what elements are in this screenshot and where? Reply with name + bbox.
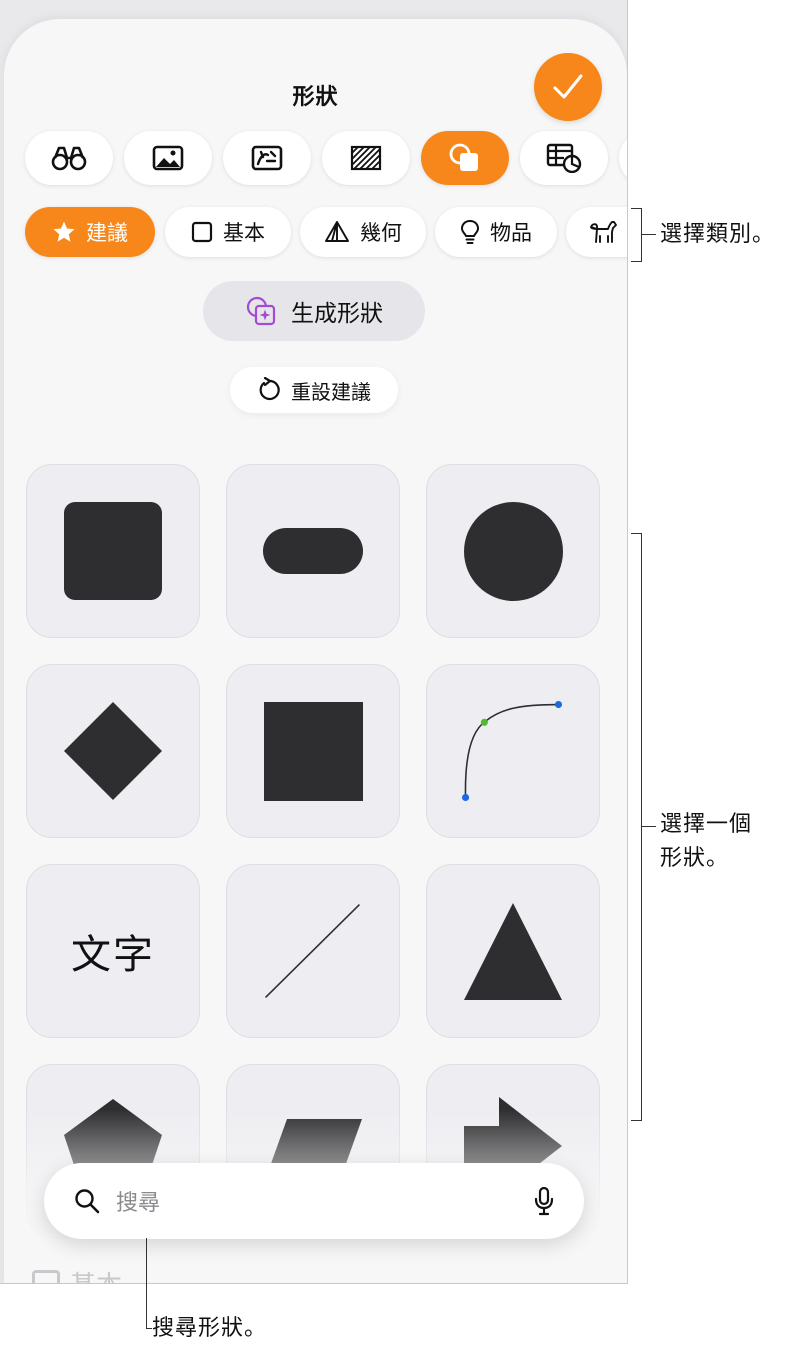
shape-callout-bracket — [631, 533, 642, 1121]
rounded-square-shape — [64, 502, 162, 600]
insert-tab-bar — [4, 131, 627, 187]
category-callout-line — [642, 234, 656, 235]
ghost-section-label: 基本 — [32, 1265, 122, 1283]
generate-shape-button[interactable]: 生成形狀 — [203, 281, 425, 341]
shape-callout-line2: 形狀。 — [660, 846, 730, 871]
sparkle-shapes-icon — [246, 296, 276, 326]
tab-collage[interactable] — [223, 131, 311, 185]
pill-shape — [263, 528, 363, 574]
category-objects[interactable]: 物品 — [435, 207, 557, 257]
search-icon — [75, 1189, 100, 1214]
category-label: 物品 — [490, 221, 532, 245]
category-suggested[interactable]: 建議 — [25, 207, 155, 257]
done-button[interactable] — [534, 53, 602, 121]
image-icon — [152, 145, 184, 171]
reset-suggestions-button[interactable]: 重設建議 — [230, 367, 398, 413]
microphone-icon[interactable] — [534, 1186, 554, 1216]
curve-shape — [461, 700, 563, 802]
shape-curve[interactable] — [426, 664, 600, 838]
shape-triangle[interactable] — [426, 864, 600, 1038]
checkmark-icon — [553, 74, 583, 99]
triangle-shape — [464, 903, 562, 1000]
shape-square[interactable] — [226, 664, 400, 838]
category-callout-bracket — [631, 208, 642, 262]
category-basic[interactable]: 基本 — [165, 207, 291, 257]
shape-text[interactable]: 文字 — [26, 864, 200, 1038]
ghost-section-text: 基本 — [70, 1265, 122, 1283]
line-shape — [264, 903, 361, 999]
search-field[interactable]: 搜尋 — [44, 1163, 584, 1239]
category-callout-text: 選擇類別。 — [660, 222, 776, 247]
search-callout-text: 搜尋形狀。 — [152, 1316, 268, 1341]
hatched-square-icon — [350, 145, 382, 171]
binoculars-icon — [51, 146, 87, 171]
shape-circle[interactable] — [426, 464, 600, 638]
shape-rounded-square[interactable] — [26, 464, 200, 638]
reset-arrow-icon — [259, 377, 280, 401]
tab-pattern[interactable] — [322, 131, 410, 185]
shape-pill[interactable] — [226, 464, 400, 638]
shape-callout-text: 選擇一個 形狀。 — [660, 808, 752, 876]
generate-shape-label: 生成形狀 — [291, 301, 383, 327]
star-icon — [53, 221, 75, 242]
category-label: 建議 — [86, 221, 128, 245]
dog-icon — [590, 221, 617, 243]
pyramid-icon — [325, 221, 349, 242]
table-chart-icon — [546, 143, 582, 173]
tab-more[interactable] — [619, 131, 627, 185]
diamond-shape — [64, 702, 162, 800]
shapes-sheet: 形狀 建議 基本 幾何 物品 生成形狀 重設建議 文字 搜尋 — [4, 19, 627, 1283]
tab-table-chart[interactable] — [520, 131, 608, 185]
circle-shape — [463, 501, 563, 601]
tab-binoculars[interactable] — [25, 131, 113, 185]
shape-callout-line1: 選擇一個 — [660, 812, 753, 837]
shape-callout-line — [642, 826, 656, 827]
tab-image[interactable] — [124, 131, 212, 185]
category-geometry[interactable]: 幾何 — [300, 207, 426, 257]
shape-line[interactable] — [226, 864, 400, 1038]
photo-collage-icon — [251, 145, 283, 171]
shape-diamond[interactable] — [26, 664, 200, 838]
text-shape-label: 文字 — [71, 932, 155, 978]
category-chips: 建議 基本 幾何 物品 — [4, 207, 627, 261]
category-label: 幾何 — [360, 221, 402, 245]
search-callout-line — [146, 1238, 147, 1328]
lightbulb-icon — [460, 219, 480, 244]
square-outline-icon — [32, 1269, 60, 1283]
tab-shapes[interactable] — [421, 131, 509, 185]
category-label: 基本 — [223, 221, 265, 245]
reset-suggestions-label: 重設建議 — [291, 379, 371, 404]
category-animals[interactable] — [566, 207, 627, 257]
search-placeholder: 搜尋 — [116, 1191, 161, 1216]
shapes-icon — [449, 143, 478, 171]
square-shape — [263, 701, 363, 801]
square-outline-icon — [191, 221, 213, 243]
device-frame: 形狀 建議 基本 幾何 物品 生成形狀 重設建議 文字 搜尋 — [0, 0, 628, 1284]
